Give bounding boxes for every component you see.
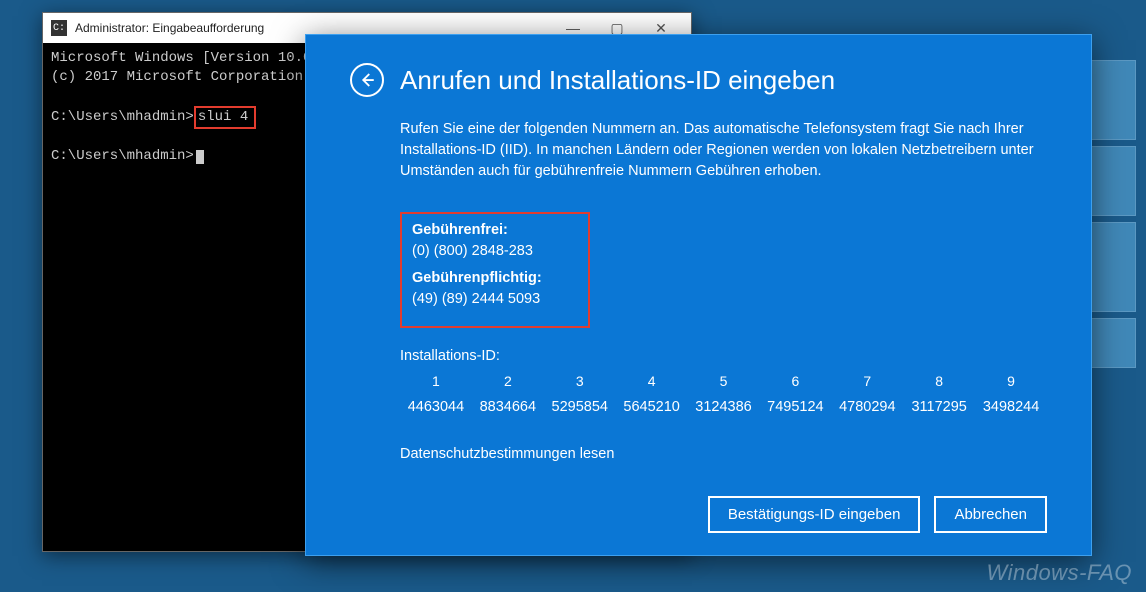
iid-column: 6 7495124 (759, 371, 831, 418)
iid-header: 3 (544, 371, 616, 391)
toll-label: Gebührenpflichtig: (412, 268, 578, 289)
iid-column: 1 4463044 (400, 371, 472, 418)
iid-header: 2 (472, 371, 544, 391)
iid-header: 1 (400, 371, 472, 391)
installation-id-table: 1 44630442 88346643 52958544 56452105 3124386… (400, 371, 1047, 418)
iid-value: 3498244 (975, 397, 1047, 418)
arrow-left-icon (358, 71, 376, 89)
activation-dialog: Anrufen und Installations-ID eingeben Ru… (305, 34, 1092, 556)
iid-value: 7495124 (759, 397, 831, 418)
iid-header: 4 (616, 371, 688, 391)
cursor-icon (196, 150, 204, 164)
iid-column: 3 5295854 (544, 371, 616, 418)
iid-value: 5645210 (616, 397, 688, 418)
iid-header: 5 (688, 371, 760, 391)
iid-header: 7 (831, 371, 903, 391)
iid-header: 8 (903, 371, 975, 391)
iid-value: 3117295 (903, 397, 975, 418)
iid-header: 6 (759, 371, 831, 391)
iid-header: 9 (975, 371, 1047, 391)
cmd-line: (c) 2017 Microsoft Corporation. (51, 69, 311, 85)
iid-column: 2 8834664 (472, 371, 544, 418)
watermark: Windows-FAQ (987, 560, 1132, 586)
dialog-description: Rufen Sie eine der folgenden Nummern an.… (400, 119, 1040, 182)
toll-number: (49) (89) 2444 5093 (412, 289, 578, 310)
privacy-link[interactable]: Datenschutzbestimmungen lesen (400, 444, 1047, 465)
iid-column: 5 3124386 (688, 371, 760, 418)
iid-value: 5295854 (544, 397, 616, 418)
phone-numbers-highlight: Gebührenfrei: (0) (800) 2848-283 Gebühre… (400, 212, 590, 328)
cmd-prompt: C:\Users\mhadmin> (51, 109, 194, 125)
cmd-command-highlight: slui 4 (194, 106, 256, 129)
iid-column: 9 3498244 (975, 371, 1047, 418)
iid-value: 4780294 (831, 397, 903, 418)
cancel-button[interactable]: Abbrechen (934, 496, 1047, 533)
cmd-line: Microsoft Windows [Version 10.0. (51, 50, 320, 66)
iid-value: 4463044 (400, 397, 472, 418)
dialog-title: Anrufen und Installations-ID eingeben (400, 65, 835, 96)
back-button[interactable] (350, 63, 384, 97)
iid-column: 8 3117295 (903, 371, 975, 418)
confirm-id-button[interactable]: Bestätigungs-ID eingeben (708, 496, 921, 533)
iid-value: 8834664 (472, 397, 544, 418)
cmd-icon: C: (51, 20, 67, 36)
installation-id-label: Installations-ID: (400, 346, 1047, 367)
iid-column: 7 4780294 (831, 371, 903, 418)
toll-free-number: (0) (800) 2848-283 (412, 241, 578, 262)
cmd-prompt: C:\Users\mhadmin> (51, 148, 194, 164)
toll-free-label: Gebührenfrei: (412, 220, 578, 241)
cmd-title-text: Administrator: Eingabeaufforderung (75, 21, 551, 35)
iid-value: 3124386 (688, 397, 760, 418)
iid-column: 4 5645210 (616, 371, 688, 418)
